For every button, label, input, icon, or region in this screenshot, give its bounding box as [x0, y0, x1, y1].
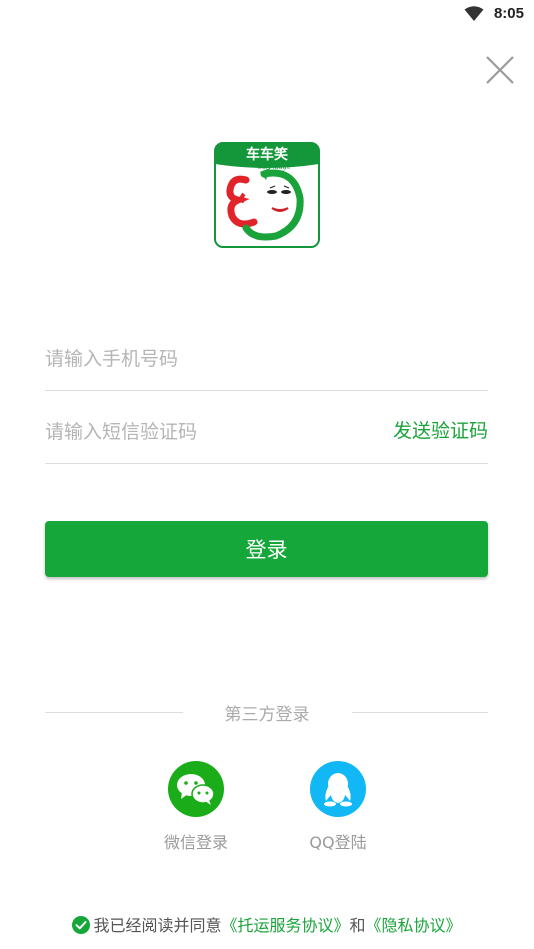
- wechat-icon[interactable]: [168, 761, 224, 817]
- privacy-link[interactable]: 《隐私协议》: [366, 916, 462, 935]
- phone-field: [45, 318, 488, 391]
- qq-login-label: QQ登陆: [309, 833, 367, 852]
- sms-code-input[interactable]: [45, 421, 365, 443]
- app-logo: 车车笑 Cart laugh: [214, 142, 320, 248]
- phone-input[interactable]: [45, 348, 365, 370]
- agreement-and: 和: [349, 916, 366, 935]
- agreement-row: 我已经阅读并同意《托运服务协议》和《隐私协议》: [0, 912, 534, 936]
- check-circle-icon[interactable]: [72, 916, 91, 934]
- close-icon[interactable]: [484, 54, 516, 86]
- divider-right: [352, 712, 488, 713]
- qq-icon[interactable]: [310, 761, 366, 817]
- agreement-prefix: 我已经阅读并同意: [93, 916, 222, 935]
- wechat-login-button[interactable]: 微信登录: [156, 761, 236, 853]
- status-time: 8:05: [493, 5, 524, 22]
- qq-login-button[interactable]: QQ登陆: [298, 761, 378, 853]
- wechat-login-label: 微信登录: [163, 833, 228, 852]
- terms-link[interactable]: 《托运服务协议》: [221, 916, 349, 935]
- code-field: 发送验证码: [45, 391, 488, 464]
- logo-text: 车车笑: [246, 146, 288, 163]
- send-code-button[interactable]: 发送验证码: [393, 416, 488, 443]
- login-button[interactable]: 登录: [45, 521, 488, 577]
- status-bar: 8:05: [0, 0, 534, 30]
- wifi-icon: [464, 6, 484, 21]
